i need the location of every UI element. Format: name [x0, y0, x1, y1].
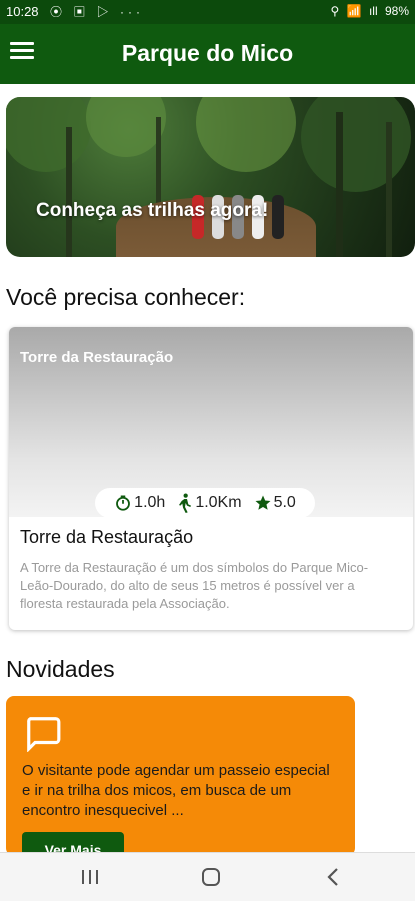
trail-rating: 5.0 — [273, 494, 296, 511]
system-nav-bar — [0, 852, 415, 901]
wifi-icon: 📶 — [346, 4, 362, 18]
app-bar: Parque do Mico — [0, 24, 415, 84]
trail-duration: 1.0h — [134, 494, 166, 511]
trail-name: Torre da Restauração — [20, 527, 194, 547]
status-bar: 10:28 ⦿ ▣ ▷ ··· ⚲ 📶 ıll 98% — [0, 0, 415, 24]
chat-icon — [27, 717, 61, 752]
trail-description: A Torre da Restauração é um dos símbolos… — [20, 560, 369, 611]
timer-icon — [116, 495, 131, 511]
section-title-novidades: Novidades — [6, 656, 115, 682]
walking-icon — [179, 493, 192, 513]
banner-caption: Conheça as trilhas agora! — [36, 200, 269, 221]
status-notification-icons: ⦿ ▣ ▷ ··· — [50, 5, 144, 19]
news-card: O visitante pode agendar um passeio espe… — [6, 696, 355, 856]
star-icon — [255, 495, 271, 510]
recent-apps-icon[interactable] — [75, 865, 105, 889]
signal-icon: ıll — [368, 4, 378, 18]
trail-distance: 1.0Km — [195, 494, 242, 511]
news-text: O visitante pode agendar um passeio espe… — [22, 762, 330, 819]
back-icon[interactable] — [318, 865, 348, 889]
featured-trail-card[interactable]: Torre da Restauração 1.0h 1.0Km 5.0 Torr… — [9, 327, 413, 630]
status-right: ⚲ 📶 ıll 98% — [327, 4, 409, 18]
home-icon[interactable] — [196, 865, 226, 889]
section-title-conhecer: Você precisa conhecer: — [6, 284, 246, 310]
battery-level: 98% — [384, 4, 409, 18]
location-icon: ⚲ — [330, 4, 340, 18]
trail-image-title: Torre da Restauração — [20, 349, 174, 366]
trail-stats: 1.0h 1.0Km 5.0 — [95, 488, 315, 518]
hiker-figure — [272, 195, 284, 239]
app-title: Parque do Mico — [121, 40, 294, 66]
status-time: 10:28 — [6, 4, 39, 19]
trails-banner[interactable]: Conheça as trilhas agora! — [6, 97, 415, 257]
